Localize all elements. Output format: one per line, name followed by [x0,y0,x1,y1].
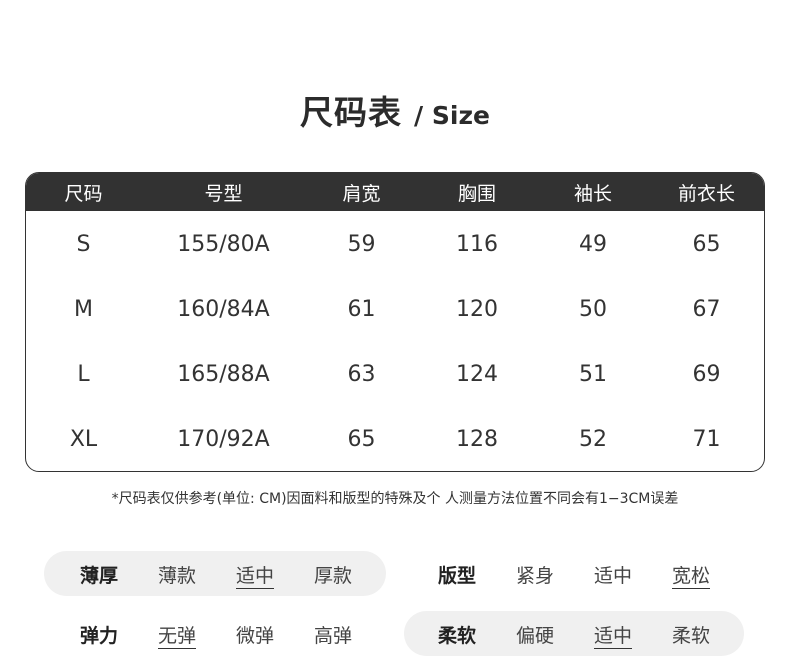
header-sleeve: 袖长 [573,182,612,205]
cell-shoulder: 61 [347,297,376,322]
thickness-attribute: 薄厚 薄款 适中 厚款 [60,559,372,589]
cell-chest: 120 [456,297,498,322]
header-shoulder: 肩宽 [342,182,381,205]
cell-shoulder: 59 [347,232,376,257]
cell-model: 155/80A [177,232,270,257]
cell-front-length: 65 [692,232,721,257]
softness-option-hard: 偏硬 [515,624,554,647]
cell-sleeve: 49 [579,232,607,257]
cell-size: XL [69,427,98,452]
cell-shoulder: 63 [347,362,376,387]
cell-chest: 116 [456,232,498,257]
softness-option-medium-selected: 适中 [593,624,632,649]
elasticity-option-none-selected: 无弹 [157,624,196,649]
fit-option-regular: 适中 [593,564,632,587]
page-title: 尺码表 / Size [0,86,790,136]
title-chinese: 尺码表 [300,93,403,132]
table-row: S 155/80A 59 116 49 65 [26,212,764,277]
thickness-option-thin: 薄款 [157,564,196,587]
thickness-label: 薄厚 [79,564,118,587]
thickness-option-thick: 厚款 [313,564,352,587]
thickness-option-medium-selected: 适中 [235,564,274,589]
table-row: XL 170/92A 65 128 52 71 [26,407,764,471]
fit-label: 版型 [437,564,476,587]
size-table-body: S 155/80A 59 116 49 65 M 160/84A 61 120 … [26,212,764,471]
cell-sleeve: 50 [579,297,607,322]
cell-model: 165/88A [177,362,270,387]
cell-sleeve: 51 [579,362,607,387]
cell-chest: 124 [456,362,498,387]
cell-size: L [77,362,90,387]
cell-sleeve: 52 [579,427,607,452]
size-table: 尺码 号型 肩宽 胸围 袖长 前衣长 S 155/80A 59 116 49 6… [25,172,765,472]
cell-size: M [74,297,93,322]
fit-option-slim: 紧身 [515,564,554,587]
cell-model: 160/84A [177,297,270,322]
measurement-note: *尺码表仅供参考(单位: CM)因面料和版型的特殊及个 人测量方法位置不同会有1… [111,491,679,507]
softness-option-soft: 柔软 [671,624,710,647]
softness-label: 柔软 [437,624,476,647]
table-row: M 160/84A 61 120 50 67 [26,277,764,342]
elasticity-option-slight: 微弹 [235,624,274,647]
header-model: 号型 [204,182,243,205]
header-size: 尺码 [64,182,103,205]
table-row: L 165/88A 63 124 51 69 [26,342,764,407]
fit-attribute: 版型 紧身 适中 宽松 [418,559,730,589]
elasticity-option-high: 高弹 [313,624,352,647]
header-chest: 胸围 [457,182,496,205]
title-english: / Size [414,101,490,130]
cell-model: 170/92A [177,427,270,452]
cell-front-length: 67 [692,297,721,322]
cell-front-length: 69 [692,362,721,387]
cell-chest: 128 [456,427,498,452]
elasticity-attribute: 弹力 无弹 微弹 高弹 [60,619,372,649]
elasticity-label: 弹力 [79,624,118,647]
header-front-length: 前衣长 [677,182,735,205]
fit-option-loose-selected: 宽松 [671,564,710,589]
cell-shoulder: 65 [347,427,376,452]
softness-attribute: 柔软 偏硬 适中 柔软 [418,619,730,649]
cell-front-length: 71 [692,427,721,452]
cell-size: S [76,232,91,257]
size-table-header: 尺码 号型 肩宽 胸围 袖长 前衣长 [26,173,764,211]
